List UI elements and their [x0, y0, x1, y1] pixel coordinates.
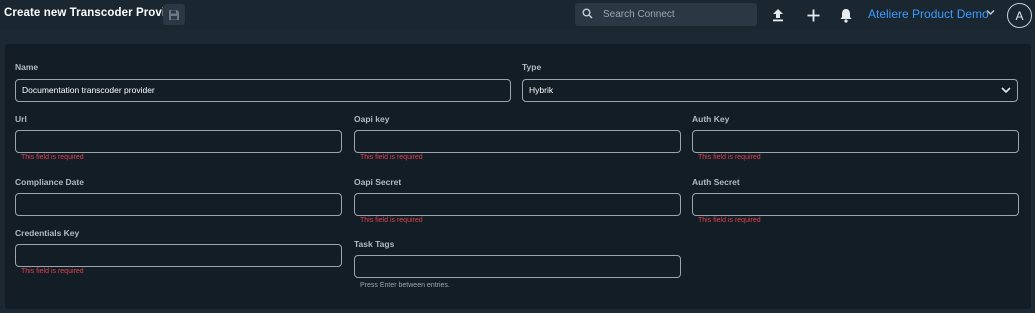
add-button[interactable] — [803, 5, 823, 25]
notifications-button[interactable] — [836, 5, 856, 25]
oapi-secret-field[interactable] — [354, 193, 681, 216]
avatar[interactable]: A — [1007, 3, 1032, 28]
form-panel: Name Documentation transcoder provider T… — [5, 44, 1031, 309]
task-tags-field[interactable] — [354, 255, 681, 278]
org-switcher[interactable]: Ateliere Product Demo — [868, 7, 989, 21]
save-icon — [169, 9, 179, 20]
url-error: This field is required — [21, 154, 84, 161]
credentials-key-label: Credentials Key — [15, 228, 80, 238]
auth-secret-field[interactable] — [692, 193, 1019, 216]
plus-icon — [807, 9, 819, 21]
top-bar: Create new Transcoder Provider Search Co… — [0, 0, 1035, 30]
auth-key-label: Auth Key — [692, 114, 730, 124]
search-placeholder: Search Connect — [603, 9, 675, 20]
chevron-down-icon — [1001, 87, 1011, 94]
auth-key-error: This field is required — [698, 154, 761, 161]
page-title: Create new Transcoder Provider — [4, 7, 184, 19]
name-field[interactable]: Documentation transcoder provider — [15, 79, 511, 102]
name-label: Name — [15, 62, 39, 72]
compliance-date-field[interactable] — [15, 193, 342, 216]
type-label: Type — [522, 62, 542, 72]
oapi-key-field[interactable] — [354, 130, 681, 153]
type-select[interactable]: Hybrik — [522, 79, 1018, 102]
search-input[interactable]: Search Connect — [575, 3, 757, 26]
task-tags-help: Press Enter between entries. — [360, 282, 450, 289]
compliance-date-label: Compliance Date — [15, 177, 84, 187]
oapi-key-label: Oapi key — [354, 114, 390, 124]
url-field[interactable] — [15, 130, 342, 153]
chevron-down-icon[interactable] — [986, 9, 995, 16]
credentials-key-field[interactable] — [15, 244, 342, 267]
oapi-key-error: This field is required — [360, 154, 423, 161]
search-icon — [582, 8, 593, 19]
credentials-key-error: This field is required — [21, 268, 84, 275]
upload-icon — [773, 9, 783, 22]
oapi-secret-error: This field is required — [360, 217, 423, 224]
task-tags-label: Task Tags — [354, 239, 395, 249]
url-label: Url — [15, 114, 27, 124]
bell-icon — [840, 8, 852, 23]
oapi-secret-label: Oapi Secret — [354, 177, 402, 187]
auth-key-field[interactable] — [692, 130, 1019, 153]
auth-secret-error: This field is required — [698, 217, 761, 224]
type-select-value: Hybrik — [529, 85, 554, 95]
auth-secret-label: Auth Secret — [692, 177, 740, 187]
upload-button[interactable] — [768, 5, 788, 25]
save-button[interactable] — [163, 4, 185, 25]
